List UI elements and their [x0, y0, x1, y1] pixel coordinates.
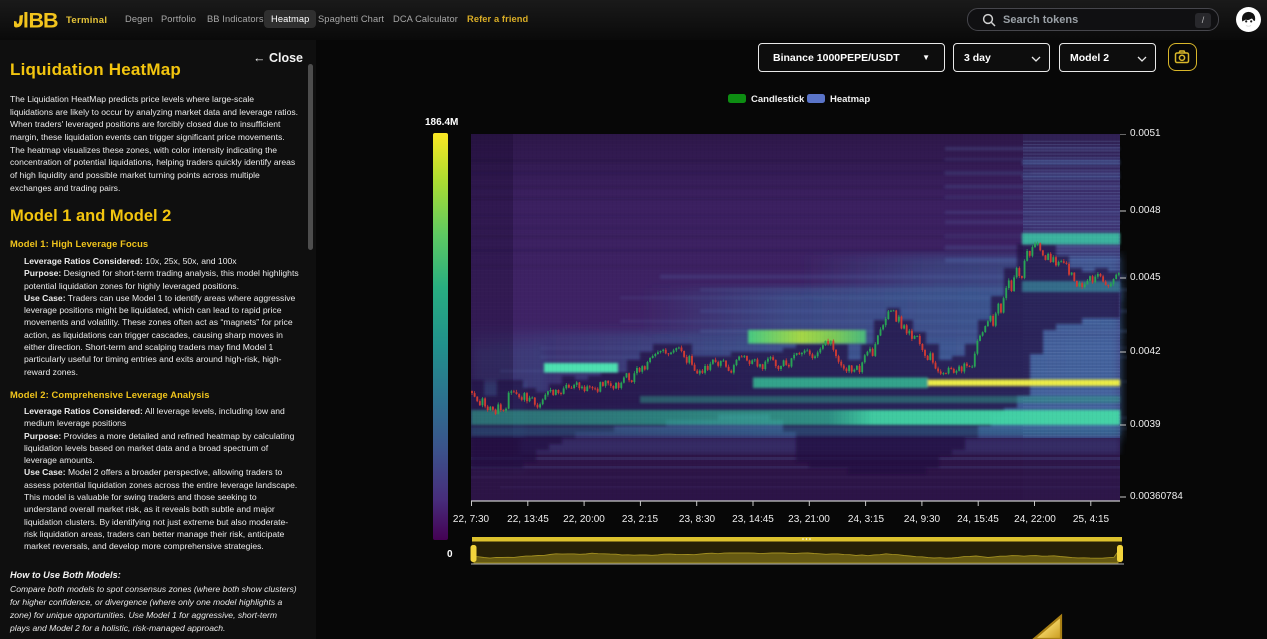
svg-text:BB: BB — [29, 9, 59, 33]
